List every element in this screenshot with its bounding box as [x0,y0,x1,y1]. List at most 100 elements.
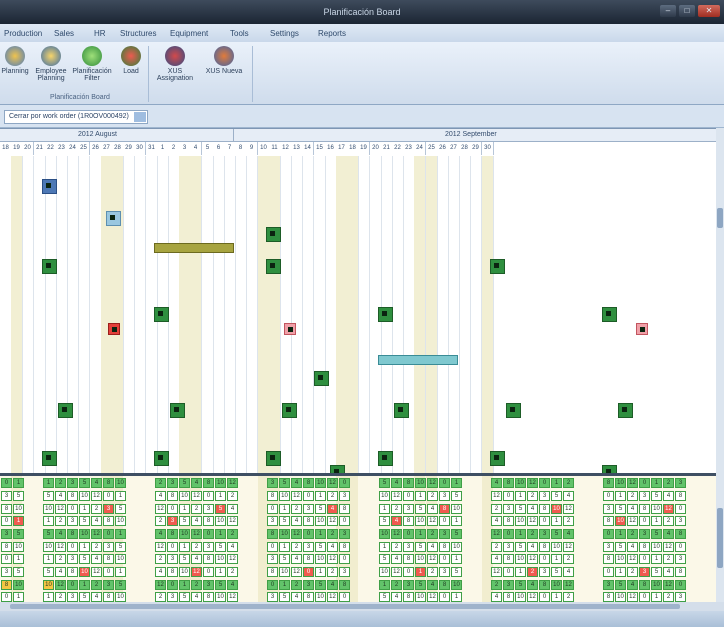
task-marker[interactable] [154,307,169,322]
capacity-cell[interactable]: 2 [327,491,338,501]
capacity-cell[interactable]: 0 [675,504,686,514]
capacity-cell[interactable]: 0 [339,554,350,564]
capacity-cell[interactable]: 3 [103,580,114,590]
task-marker[interactable] [154,451,169,466]
capacity-cell[interactable]: 2 [155,554,166,564]
task-marker[interactable] [282,403,297,418]
task-marker[interactable] [42,179,57,194]
capacity-cell[interactable]: 10 [651,580,662,590]
task-marker[interactable] [314,371,329,386]
minimize-button[interactable]: – [660,5,676,17]
capacity-cell[interactable]: 2 [491,580,502,590]
work-order-filter[interactable]: Cerrar por work order (1R0OV000492) [4,110,148,124]
capacity-cell[interactable]: 1 [115,567,126,577]
capacity-cell[interactable]: 10 [315,592,326,602]
capacity-cell[interactable]: 1 [651,516,662,526]
capacity-cell[interactable]: 8 [503,516,514,526]
capacity-cell[interactable]: 1 [115,491,126,501]
capacity-cell[interactable]: 3 [1,529,12,539]
capacity-cell[interactable]: 2 [91,542,102,552]
capacity-cell[interactable]: 10 [451,504,462,514]
capacity-cell[interactable]: 5 [79,516,90,526]
capacity-cell[interactable]: 3 [339,567,350,577]
capacity-cell[interactable]: 3 [1,567,12,577]
capacity-cell[interactable]: 8 [603,554,614,564]
capacity-cell[interactable]: 0 [1,516,12,526]
capacity-cell[interactable]: 3 [675,516,686,526]
capacity-cell[interactable]: 0 [639,516,650,526]
capacity-cell[interactable]: 5 [551,567,562,577]
capacity-cell[interactable]: 8 [303,478,314,488]
capacity-cell[interactable]: 8 [403,592,414,602]
capacity-cell[interactable]: 2 [191,504,202,514]
capacity-cell[interactable]: 8 [267,491,278,501]
capacity-cell[interactable]: 12 [291,529,302,539]
capacity-cell[interactable]: 1 [615,529,626,539]
capacity-cell[interactable]: 1 [451,478,462,488]
capacity-cell[interactable]: 0 [67,504,78,514]
capacity-cell[interactable]: 3 [1,491,12,501]
capacity-cell[interactable]: 8 [439,542,450,552]
capacity-cell[interactable]: 12 [527,516,538,526]
capacity-cell[interactable]: 12 [327,478,338,488]
capacity-cell[interactable]: 1 [13,592,24,602]
capacity-cell[interactable]: 10 [13,504,24,514]
capacity-cell[interactable]: 1 [379,504,390,514]
capacity-cell[interactable]: 0 [639,554,650,564]
day-column[interactable] [246,156,258,474]
capacity-cell[interactable]: 0 [203,529,214,539]
capacity-cell[interactable]: 10 [551,542,562,552]
task-marker[interactable] [58,403,73,418]
capacity-cell[interactable]: 1 [13,554,24,564]
scroll-thumb[interactable] [717,208,723,228]
capacity-cell[interactable]: 12 [427,592,438,602]
capacity-cell[interactable]: 8 [303,516,314,526]
capacity-cell[interactable]: 0 [1,592,12,602]
capacity-cell[interactable]: 1 [651,478,662,488]
capacity-cell[interactable]: 12 [427,516,438,526]
capacity-cell[interactable]: 0 [639,478,650,488]
capacity-cell[interactable]: 12 [227,554,238,564]
capacity-cell[interactable]: 12 [563,504,574,514]
capacity-cell[interactable]: 1 [615,491,626,501]
capacity-cell[interactable]: 1 [13,516,24,526]
capacity-cell[interactable]: 5 [279,516,290,526]
capacity-cell[interactable]: 1 [215,529,226,539]
capacity-cell[interactable]: 3 [675,554,686,564]
capacity-cell[interactable]: 0 [403,491,414,501]
capacity-cell[interactable]: 2 [427,567,438,577]
day-column[interactable] [470,156,482,474]
capacity-cell[interactable]: 2 [155,592,166,602]
capacity-cell[interactable]: 8 [203,554,214,564]
capacity-cell[interactable]: 3 [339,491,350,501]
menu-tools[interactable]: Tools [230,29,249,38]
task-marker[interactable] [266,259,281,274]
capacity-cell[interactable]: 8 [167,491,178,501]
capacity-cell[interactable]: 5 [379,554,390,564]
capacity-cell[interactable]: 8 [603,478,614,488]
capacity-cell[interactable]: 8 [103,516,114,526]
capacity-cell[interactable]: 1 [415,567,426,577]
capacity-cell[interactable]: 10 [615,478,626,488]
capacity-cell[interactable]: 5 [551,491,562,501]
day-column[interactable] [22,156,34,474]
capacity-cell[interactable]: 10 [551,504,562,514]
task-marker[interactable] [378,307,393,322]
task-marker[interactable] [602,307,617,322]
capacity-cell[interactable]: 2 [563,554,574,564]
capacity-cell[interactable]: 5 [515,504,526,514]
capacity-cell[interactable]: 12 [327,554,338,564]
capacity-cell[interactable]: 0 [675,542,686,552]
capacity-cell[interactable]: 0 [539,516,550,526]
capacity-cell[interactable]: 10 [279,529,290,539]
capacity-cell[interactable]: 0 [1,554,12,564]
capacity-cell[interactable]: 2 [491,504,502,514]
menu-structures[interactable]: Structures [120,29,156,38]
capacity-cell[interactable]: 2 [55,592,66,602]
capacity-cell[interactable]: 12 [427,554,438,564]
capacity-cell[interactable]: 8 [675,491,686,501]
capacity-cell[interactable]: 3 [203,504,214,514]
capacity-cell[interactable]: 2 [663,516,674,526]
task-bar[interactable] [378,355,458,365]
capacity-cell[interactable]: 12 [491,491,502,501]
